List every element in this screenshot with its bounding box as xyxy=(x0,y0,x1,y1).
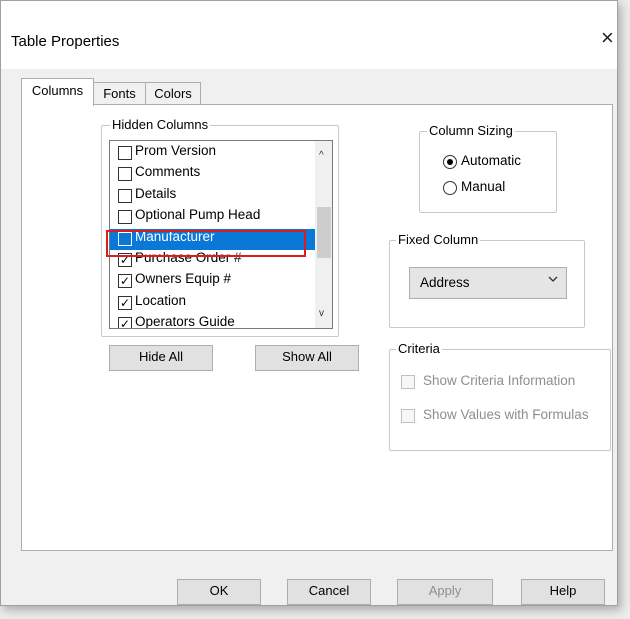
list-item[interactable]: ✓ Owners Equip # xyxy=(110,271,332,292)
scroll-up-icon[interactable]: ^ xyxy=(319,150,324,161)
show-values-checkbox[interactable] xyxy=(401,409,415,423)
chevron-down-icon xyxy=(547,273,559,288)
show-all-button[interactable]: Show All xyxy=(255,345,359,371)
item-checkbox[interactable] xyxy=(118,188,132,203)
dialog-title: Table Properties xyxy=(11,33,120,50)
scroll-thumb[interactable] xyxy=(317,207,331,258)
scroll-down-icon[interactable]: v xyxy=(319,308,324,319)
item-label: Purchase Order # xyxy=(135,249,242,265)
title-bar: Table Properties × xyxy=(1,1,617,69)
fixed-column-label: Fixed Column xyxy=(396,232,481,248)
item-label: Prom Version xyxy=(135,143,217,158)
close-icon[interactable]: × xyxy=(601,27,614,49)
item-checkbox-checked[interactable]: ✓ xyxy=(118,252,132,267)
list-scrollbar[interactable]: ^ v xyxy=(315,141,332,328)
dropdown-value: Address xyxy=(420,275,470,290)
ok-button[interactable]: OK xyxy=(177,579,261,605)
list-item[interactable]: Details xyxy=(110,185,332,207)
column-sizing-label: Column Sizing xyxy=(427,123,515,139)
item-checkbox[interactable] xyxy=(118,231,132,246)
item-label: Details xyxy=(135,185,177,201)
show-criteria-label: Show Criteria Information xyxy=(423,373,576,388)
table-properties-dialog: Table Properties × Columns Fonts Colors … xyxy=(0,0,618,606)
item-checkbox[interactable] xyxy=(118,146,132,160)
item-checkbox-checked[interactable]: ✓ xyxy=(118,274,132,289)
item-label: Owners Equip # xyxy=(135,271,232,287)
tab-fonts[interactable]: Fonts xyxy=(93,82,146,105)
show-criteria-checkbox[interactable] xyxy=(401,375,415,389)
show-values-label: Show Values with Formulas xyxy=(423,407,589,422)
fixed-column-dropdown[interactable]: Address xyxy=(409,267,567,299)
item-label: Operators Guide xyxy=(135,314,235,329)
item-checkbox[interactable] xyxy=(118,167,132,182)
criteria-group: Criteria xyxy=(389,341,611,451)
hidden-columns-list[interactable]: Prom Version Comments Details Optional P… xyxy=(109,140,333,329)
cancel-button[interactable]: Cancel xyxy=(287,579,371,605)
list-item[interactable]: Prom Version xyxy=(110,143,332,164)
list-item-selected[interactable]: Manufacturer xyxy=(110,228,332,250)
list-item[interactable]: ✓ Location xyxy=(110,292,332,314)
manual-radio[interactable] xyxy=(443,181,457,195)
list-item[interactable]: Comments xyxy=(110,164,332,185)
hide-all-button[interactable]: Hide All xyxy=(109,345,213,371)
manual-label: Manual xyxy=(461,179,506,194)
automatic-radio[interactable] xyxy=(443,155,457,169)
item-checkbox-checked[interactable]: ✓ xyxy=(118,317,132,328)
automatic-label: Automatic xyxy=(461,153,522,168)
item-label: Manufacturer xyxy=(135,228,215,244)
tab-colors[interactable]: Colors xyxy=(145,82,201,105)
list-item[interactable]: ✓ Operators Guide xyxy=(110,314,332,329)
item-checkbox-checked[interactable]: ✓ xyxy=(118,295,132,310)
column-sizing-group: Column Sizing xyxy=(419,123,557,213)
tab-columns[interactable]: Columns xyxy=(21,78,94,106)
item-label: Location xyxy=(135,292,187,308)
list-item[interactable]: Optional Pump Head xyxy=(110,207,332,228)
apply-button[interactable]: Apply xyxy=(397,579,493,605)
criteria-label: Criteria xyxy=(396,341,442,357)
item-checkbox[interactable] xyxy=(118,210,132,225)
list-items: Prom Version Comments Details Optional P… xyxy=(110,143,332,329)
hidden-columns-label: Hidden Columns xyxy=(110,117,211,133)
item-label: Comments xyxy=(135,164,201,180)
item-label: Optional Pump Head xyxy=(135,207,261,223)
list-item[interactable]: ✓ Purchase Order # xyxy=(110,249,332,271)
help-button[interactable]: Help xyxy=(521,579,605,605)
